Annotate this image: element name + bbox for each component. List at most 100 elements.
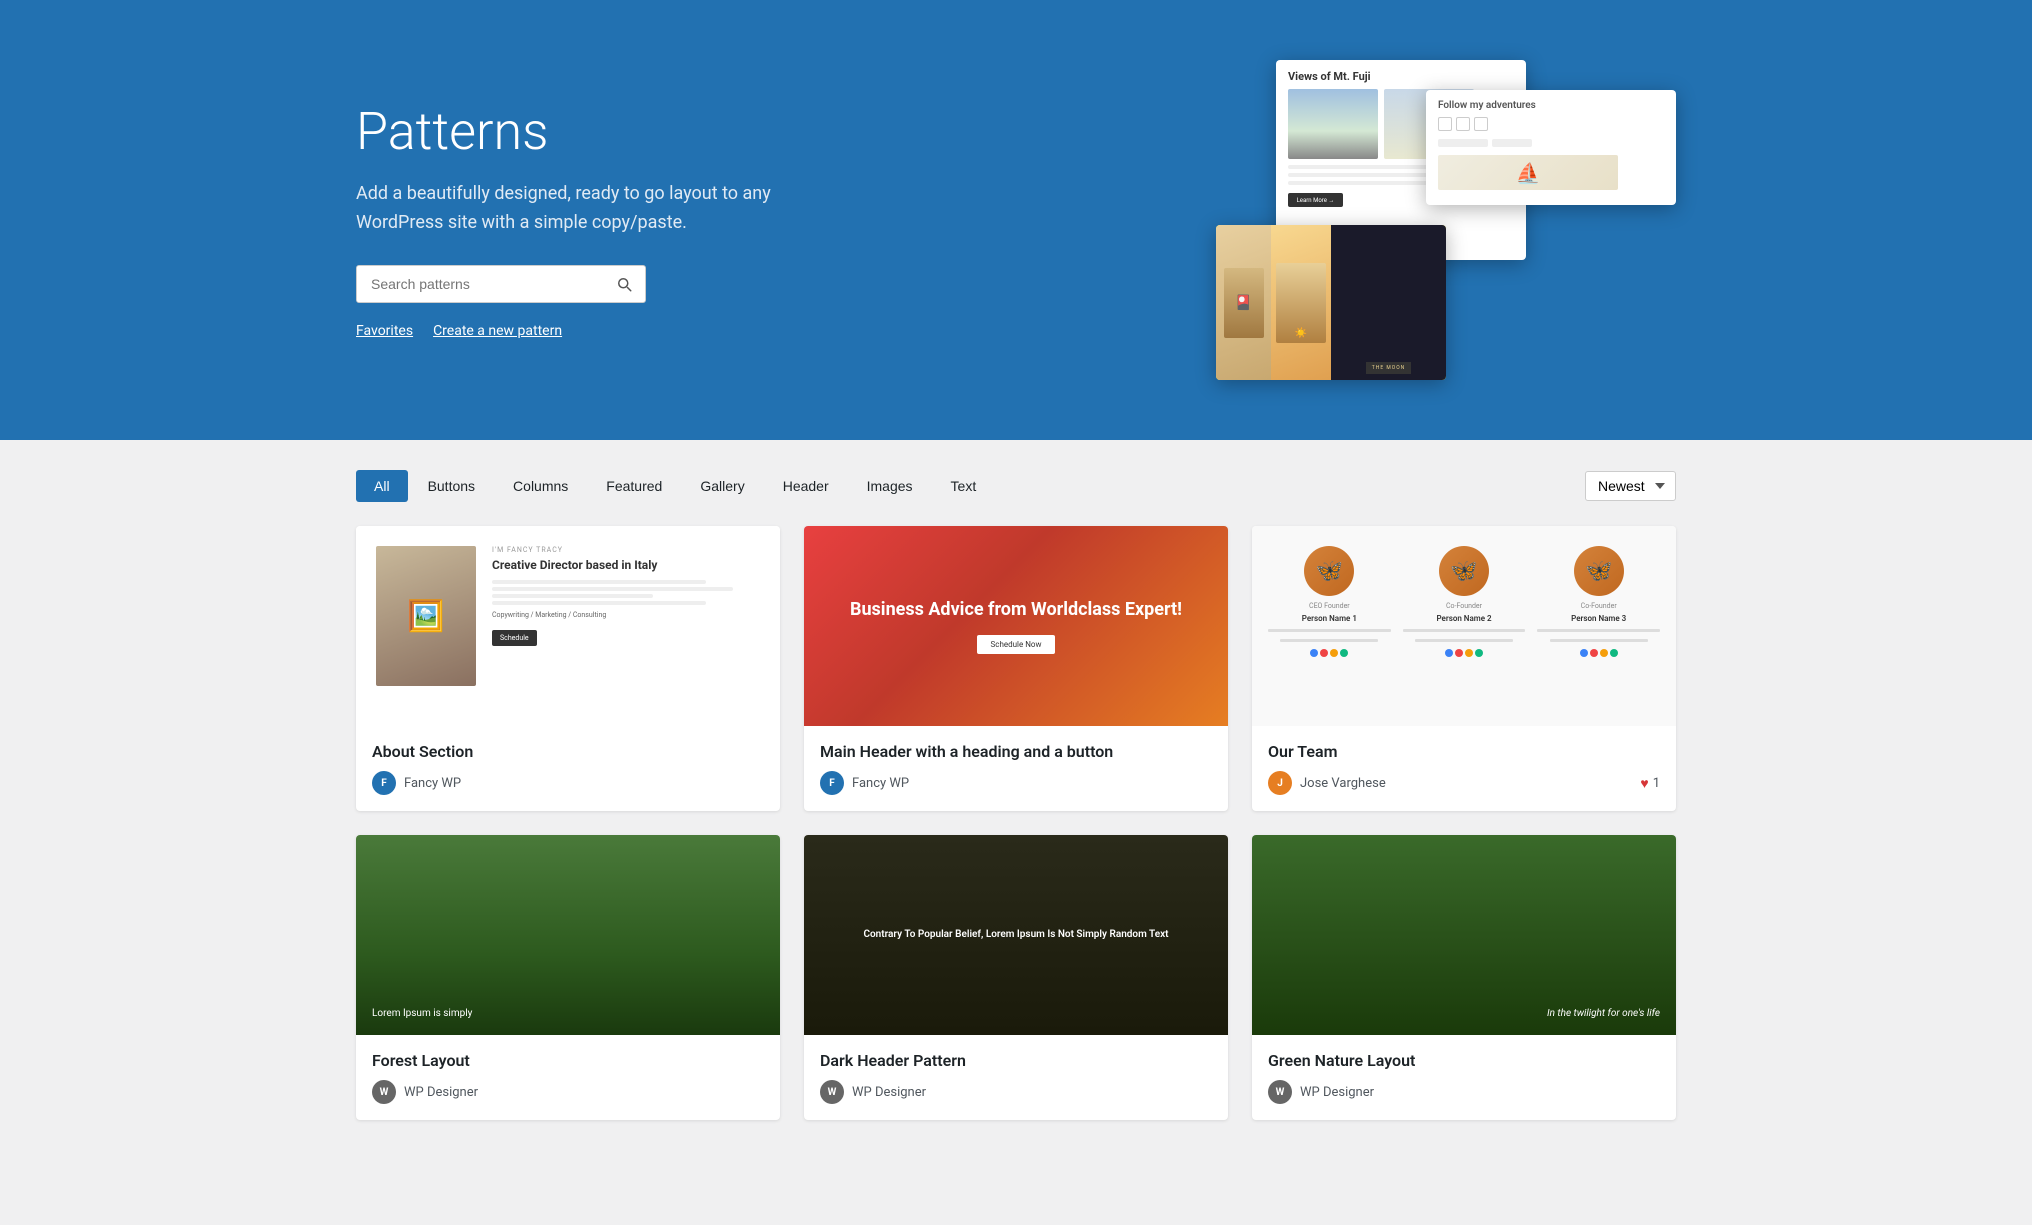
thumb-portrait-image: 🖼️ [376,546,476,686]
pattern-author-main-header: F Fancy WP [820,771,1212,795]
sc-right-title: Follow my adventures [1426,90,1676,117]
pattern-info-forest: Forest Layout W WP Designer [356,1035,780,1120]
tab-text[interactable]: Text [933,470,995,502]
thumb-name-3: Person Name 3 [1571,614,1626,623]
search-icon [615,275,633,293]
social-dot-tw-2 [1455,649,1463,657]
hero-description: Add a beautifully designed, ready to go … [356,180,816,238]
thumb-line-p1b [1280,639,1378,642]
screenshot-right: Follow my adventures ⛵ [1426,90,1676,205]
author-avatar-green: W [1268,1080,1292,1104]
pattern-title-our-team: Our Team [1268,742,1660,761]
pattern-author-dark-header: W WP Designer [820,1080,1212,1104]
tab-buttons[interactable]: Buttons [410,470,493,502]
pattern-thumb-main-header: Business Advice from Worldclass Expert! … [804,526,1228,726]
social-dot-li-3 [1610,649,1618,657]
tab-columns[interactable]: Columns [495,470,586,502]
hero-section: Patterns Add a beautifully designed, rea… [0,0,2032,440]
author-avatar-main-header: F [820,771,844,795]
pattern-info-main-header: Main Header with a heading and a button … [804,726,1228,811]
social-dot-fb-1 [1310,649,1318,657]
thumb-label: I'm Fancy Tracy [492,546,760,554]
pattern-title-forest: Forest Layout [372,1051,764,1070]
thumb-forest-text: Lorem Ipsum is simply [372,1008,472,1019]
author-avatar-about: F [372,771,396,795]
search-bar[interactable] [356,265,646,303]
pattern-card-green[interactable]: In the twilight for one's life Green Nat… [1252,835,1676,1120]
author-name-dark-header: WP Designer [852,1085,926,1100]
thumb-green-text: In the twilight for one's life [1547,1008,1660,1019]
heart-icon: ♥ [1640,775,1648,792]
thumb-line-p1a [1268,629,1391,632]
pattern-info-our-team: Our Team J Jose Varghese ♥ 1 [1252,726,1676,811]
thumb-team-layout: 🦋 CEO Founder Person Name 1 � [1252,526,1676,726]
thumb-header-bg: Business Advice from Worldclass Expert! … [804,526,1228,726]
thumb-label-3: Co-Founder [1581,602,1617,610]
tab-header[interactable]: Header [765,470,847,502]
pattern-author-about: F Fancy WP [372,771,764,795]
thumb-header-title: Business Advice from Worldclass Expert! [850,598,1182,621]
thumb-forest-bg: Lorem Ipsum is simply [356,835,780,1035]
pattern-author-forest: W WP Designer [372,1080,764,1104]
pattern-card-dark-header[interactable]: Contrary To Popular Belief, Lorem Ipsum … [804,835,1228,1120]
thumb-about-heading: Creative Director based in Italy [492,558,760,574]
thumb-line-4 [492,601,706,605]
pattern-card-forest[interactable]: Lorem Ipsum is simply Forest Layout W WP… [356,835,780,1120]
author-avatar-our-team: J [1268,771,1292,795]
social-dot-li-1 [1340,649,1348,657]
thumb-person-3: 🦋 Co-Founder Person Name 3 [1537,546,1660,657]
sc-learn-more: Learn More → [1297,197,1335,204]
thumb-avatar-1: 🦋 [1304,546,1354,596]
thumb-line-p2b [1415,639,1513,642]
thumb-avatar-3: 🦋 [1574,546,1624,596]
pattern-card-main-header[interactable]: Business Advice from Worldclass Expert! … [804,526,1228,811]
likes-count: 1 [1653,776,1660,791]
author-name-about: Fancy WP [404,776,461,791]
thumb-line-p3b [1550,639,1648,642]
thumb-line-2 [492,587,733,591]
social-dot-tw-3 [1590,649,1598,657]
pattern-likes-our-team: ♥ 1 [1640,775,1660,792]
author-name-main-header: Fancy WP [852,776,909,791]
search-button[interactable] [603,267,645,301]
tab-images[interactable]: Images [849,470,931,502]
pattern-grid: 🖼️ I'm Fancy Tracy Creative Director bas… [356,526,1676,1120]
pattern-title-main-header: Main Header with a heading and a button [820,742,1212,761]
pattern-card-our-team[interactable]: 🦋 CEO Founder Person Name 1 � [1252,526,1676,811]
pattern-thumb-green: In the twilight for one's life [1252,835,1676,1035]
pattern-thumb-about: 🖼️ I'm Fancy Tracy Creative Director bas… [356,526,780,726]
pattern-thumb-our-team: 🦋 CEO Founder Person Name 1 � [1252,526,1676,726]
filter-tabs: All Buttons Columns Featured Gallery Hea… [356,470,994,502]
thumb-label-1: CEO Founder [1309,602,1350,610]
thumb-social-1 [1310,649,1348,657]
social-dot-ig-2 [1465,649,1473,657]
tab-gallery[interactable]: Gallery [682,470,762,502]
favorites-link[interactable]: Favorites [356,323,413,339]
thumb-green-bg: In the twilight for one's life [1252,835,1676,1035]
thumb-avatar-2: 🦋 [1439,546,1489,596]
thumb-social-3 [1580,649,1618,657]
search-input[interactable] [357,266,603,302]
author-name-our-team: Jose Varghese [1300,776,1386,791]
social-dot-li-2 [1475,649,1483,657]
tab-all[interactable]: All [356,470,408,502]
pattern-author-green: W WP Designer [1268,1080,1660,1104]
thumb-dark-header-bg: Contrary To Popular Belief, Lorem Ipsum … [804,835,1228,1035]
thumb-person-1: 🦋 CEO Founder Person Name 1 [1268,546,1391,657]
tab-featured[interactable]: Featured [588,470,680,502]
pattern-title-dark-header: Dark Header Pattern [820,1051,1212,1070]
pattern-author-our-team: J Jose Varghese ♥ 1 [1268,771,1660,795]
sort-select[interactable]: Newest Oldest Popular [1585,471,1676,501]
thumb-header-btn: Schedule Now [977,635,1056,654]
thumb-text-block: I'm Fancy Tracy Creative Director based … [492,546,760,646]
hero-left: Patterns Add a beautifully designed, rea… [356,101,876,340]
social-dot-ig-3 [1600,649,1608,657]
screenshot-bottom: 🎴 ☀️ THE MOON [1216,225,1446,380]
sc-main-title: Views of Mt. Fuji [1276,60,1526,83]
thumb-name-2: Person Name 2 [1436,614,1491,623]
pattern-card-about[interactable]: 🖼️ I'm Fancy Tracy Creative Director bas… [356,526,780,811]
thumb-line-1 [492,580,706,584]
pattern-title-about: About Section [372,742,764,761]
thumb-line-3 [492,594,653,598]
create-pattern-link[interactable]: Create a new pattern [433,323,562,339]
